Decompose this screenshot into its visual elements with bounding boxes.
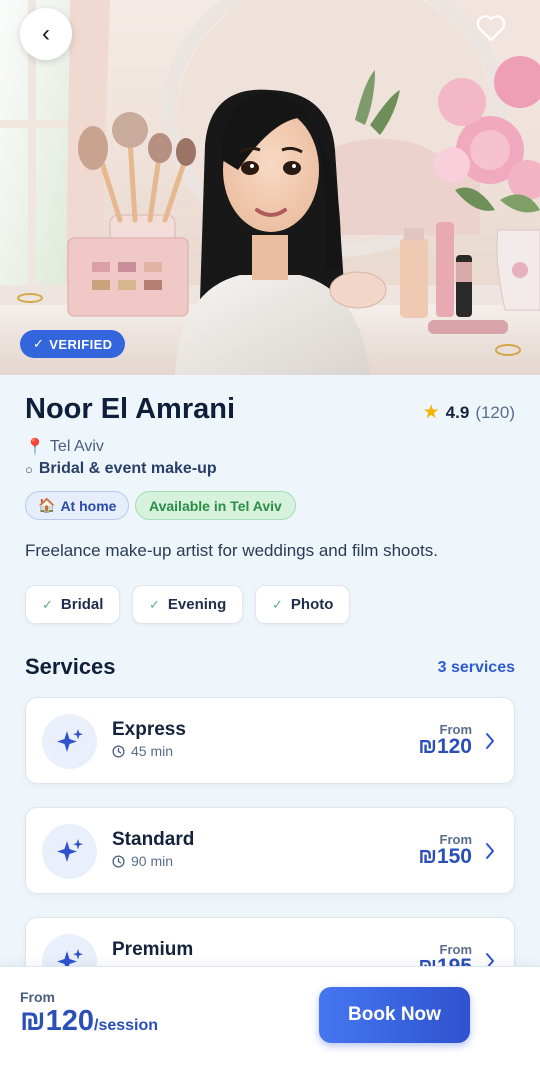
chevron-right-icon (486, 843, 494, 859)
clock-icon (112, 744, 125, 758)
check-icon: ✓ (272, 596, 283, 612)
specialty-label: Bridal (60, 596, 104, 613)
rating-score: 4.9 (445, 402, 470, 422)
service-card-standard[interactable]: Standard 90 min From ₪150 (25, 807, 515, 894)
rating[interactable]: ★ 4.9 (120) (423, 401, 515, 424)
hero-illustration (0, 0, 540, 375)
check-icon: ✓ (42, 596, 53, 612)
favorite-button[interactable] (476, 14, 512, 50)
services-count-link[interactable]: 3 services (438, 659, 515, 677)
back-button[interactable]: ‹ (20, 8, 72, 60)
specialty-chip-evening[interactable]: ✓ Evening (132, 585, 244, 624)
availability-tag: Available in Tel Aviv (135, 491, 296, 520)
sparkles-icon (56, 728, 83, 752)
from-label: From (20, 989, 55, 1005)
service-icon (42, 824, 97, 879)
service-icon (42, 714, 97, 769)
category-text: Bridal & event make-up (38, 460, 217, 477)
specialty-label: Photo (290, 596, 334, 613)
verified-label: VERIFIED (49, 336, 113, 352)
review-count: (120) (475, 402, 515, 422)
category: ○ Bridal & event make-up (25, 460, 217, 478)
at-home-label: At home (60, 497, 117, 514)
pin-icon: 📍 (25, 439, 45, 456)
starting-price: ₪120 /session (20, 1005, 158, 1038)
specialty-label: Evening (167, 596, 227, 613)
service-name: Standard (112, 829, 195, 850)
booking-bar: From ₪120 /session Book Now (0, 966, 540, 1080)
clock-icon (112, 854, 125, 868)
service-name: Premium (112, 939, 194, 960)
check-icon: ✓ (33, 336, 45, 351)
check-icon: ✓ (149, 596, 160, 612)
bio: Freelance make-up artist for weddings an… (25, 541, 438, 560)
at-home-tag: 🏠 At home (25, 491, 130, 520)
verified-badge: ✓ VERIFIED (20, 330, 126, 358)
service-name: Express (112, 719, 186, 740)
provider-name: Noor El Amrani (25, 393, 236, 425)
house-icon: 🏠 (38, 497, 56, 513)
specialty-chip-bridal[interactable]: ✓ Bridal (25, 585, 121, 624)
price-unit: /session (94, 1017, 159, 1034)
service-card-express[interactable]: Express 45 min From ₪120 (25, 697, 515, 784)
service-duration: 90 min (112, 853, 173, 869)
location-text: Tel Aviv (49, 438, 104, 455)
price-value: ₪120 (20, 1005, 95, 1037)
service-price: ₪150 (418, 845, 472, 868)
service-price: ₪120 (418, 735, 472, 758)
hero-photo: ‹ ✓ VERIFIED (0, 0, 540, 375)
duration-text: 45 min (131, 743, 174, 759)
book-now-button[interactable]: Book Now (319, 987, 470, 1043)
bullet-icon: ○ (25, 461, 33, 477)
chevron-left-icon: ‹ (42, 20, 50, 47)
availability-label: Available in Tel Aviv (149, 497, 282, 514)
duration-text: 90 min (131, 853, 174, 869)
service-duration: 45 min (112, 743, 173, 759)
chevron-right-icon (486, 733, 494, 749)
heart-icon (476, 15, 506, 42)
sparkles-icon (56, 838, 83, 862)
specialty-chip-photo[interactable]: ✓ Photo (255, 585, 351, 624)
star-icon: ★ (422, 402, 440, 423)
services-title: Services (25, 654, 116, 679)
location: 📍 Tel Aviv (25, 437, 104, 457)
